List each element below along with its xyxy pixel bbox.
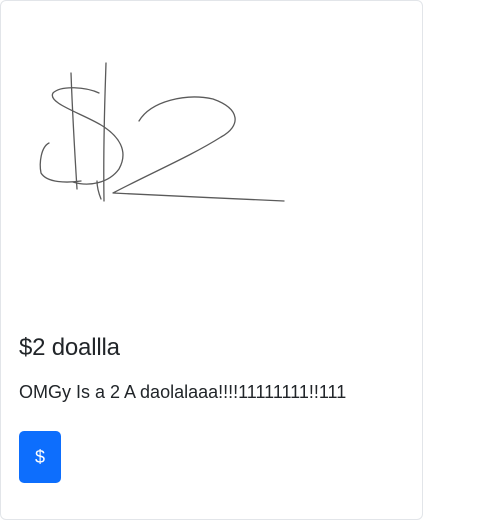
buy-button[interactable]: $ — [19, 431, 61, 483]
card-text: OMGy Is a 2 A daolalaaa!!!!11111111!!111 — [19, 382, 347, 402]
product-card: $2 doallla OMGy Is a 2 A daolalaaa!!!!11… — [0, 0, 423, 520]
hand-drawn-dollar-sign-2-icon — [39, 62, 285, 202]
card-title: $2 doallla — [19, 334, 120, 361]
card-image — [39, 62, 285, 202]
